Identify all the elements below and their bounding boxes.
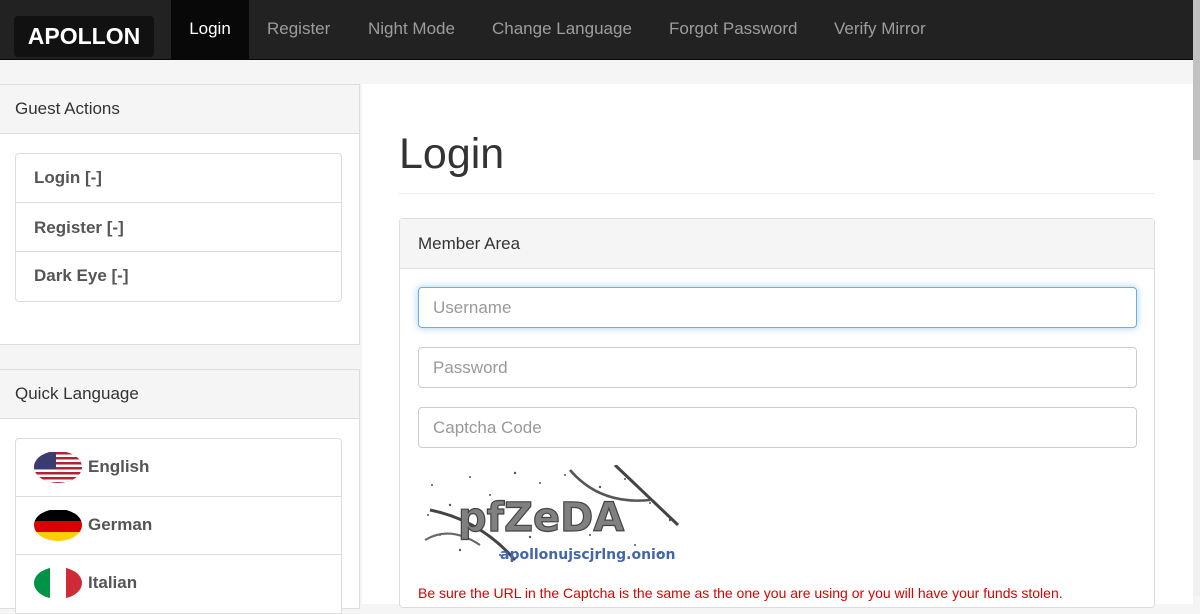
language-item-italian[interactable]: Italian <box>16 555 341 613</box>
member-area-heading: Member Area <box>400 219 1154 269</box>
nav-night-mode[interactable]: Night Mode <box>350 0 473 59</box>
nav-login[interactable]: Login <box>171 0 249 59</box>
captcha-code-text: pfZeDA <box>458 495 624 541</box>
page-title: Login <box>399 130 505 178</box>
sidebar-item-login[interactable]: Login [-] <box>16 154 341 203</box>
scrollbar-thumb[interactable] <box>1193 0 1200 160</box>
sidebar-item-register[interactable]: Register [-] <box>16 203 341 252</box>
captcha-warning-text: Be sure the URL in the Captcha is the sa… <box>418 585 1063 601</box>
captcha-input[interactable] <box>418 407 1137 448</box>
username-input[interactable] <box>418 287 1137 328</box>
guest-actions-list: Login [-] Register [-] Dark Eye [-] <box>15 153 342 302</box>
guest-actions-heading: Guest Actions <box>0 85 359 134</box>
nav-forgot-password[interactable]: Forgot Password <box>651 0 816 59</box>
page-scrollbar[interactable] <box>1193 0 1200 596</box>
nav-verify-mirror[interactable]: Verify Mirror <box>816 0 944 59</box>
italy-flag-icon <box>34 567 82 599</box>
password-input[interactable] <box>418 347 1137 388</box>
brand-logo[interactable]: APOLLON <box>14 16 154 57</box>
nav-change-language[interactable]: Change Language <box>474 0 650 59</box>
guest-actions-panel: Guest Actions Login [-] Register [-] Dar… <box>0 84 360 345</box>
language-item-german[interactable]: German <box>16 497 341 555</box>
member-area-panel: Member Area pfZeDA apollonujscjrlng.onio… <box>399 218 1155 608</box>
us-flag-icon <box>34 451 82 483</box>
captcha-url-text: apollonujscjrlng.onion <box>500 547 675 563</box>
nav-register[interactable]: Register <box>249 0 348 59</box>
quick-language-panel: Quick Language English German Italian <box>0 369 360 614</box>
germany-flag-icon <box>34 509 82 541</box>
sidebar-item-dark-eye[interactable]: Dark Eye [-] <box>16 252 341 301</box>
captcha-image: pfZeDA apollonujscjrlng.onion <box>420 463 682 565</box>
title-divider <box>399 193 1155 194</box>
language-label-english: English <box>88 457 150 476</box>
language-label-german: German <box>88 515 153 534</box>
language-list: English German Italian <box>15 438 342 614</box>
top-navbar: APOLLON Login Register Night Mode Change… <box>0 0 1193 60</box>
quick-language-heading: Quick Language <box>0 370 359 419</box>
language-label-italian: Italian <box>88 573 138 592</box>
language-item-english[interactable]: English <box>16 439 341 497</box>
